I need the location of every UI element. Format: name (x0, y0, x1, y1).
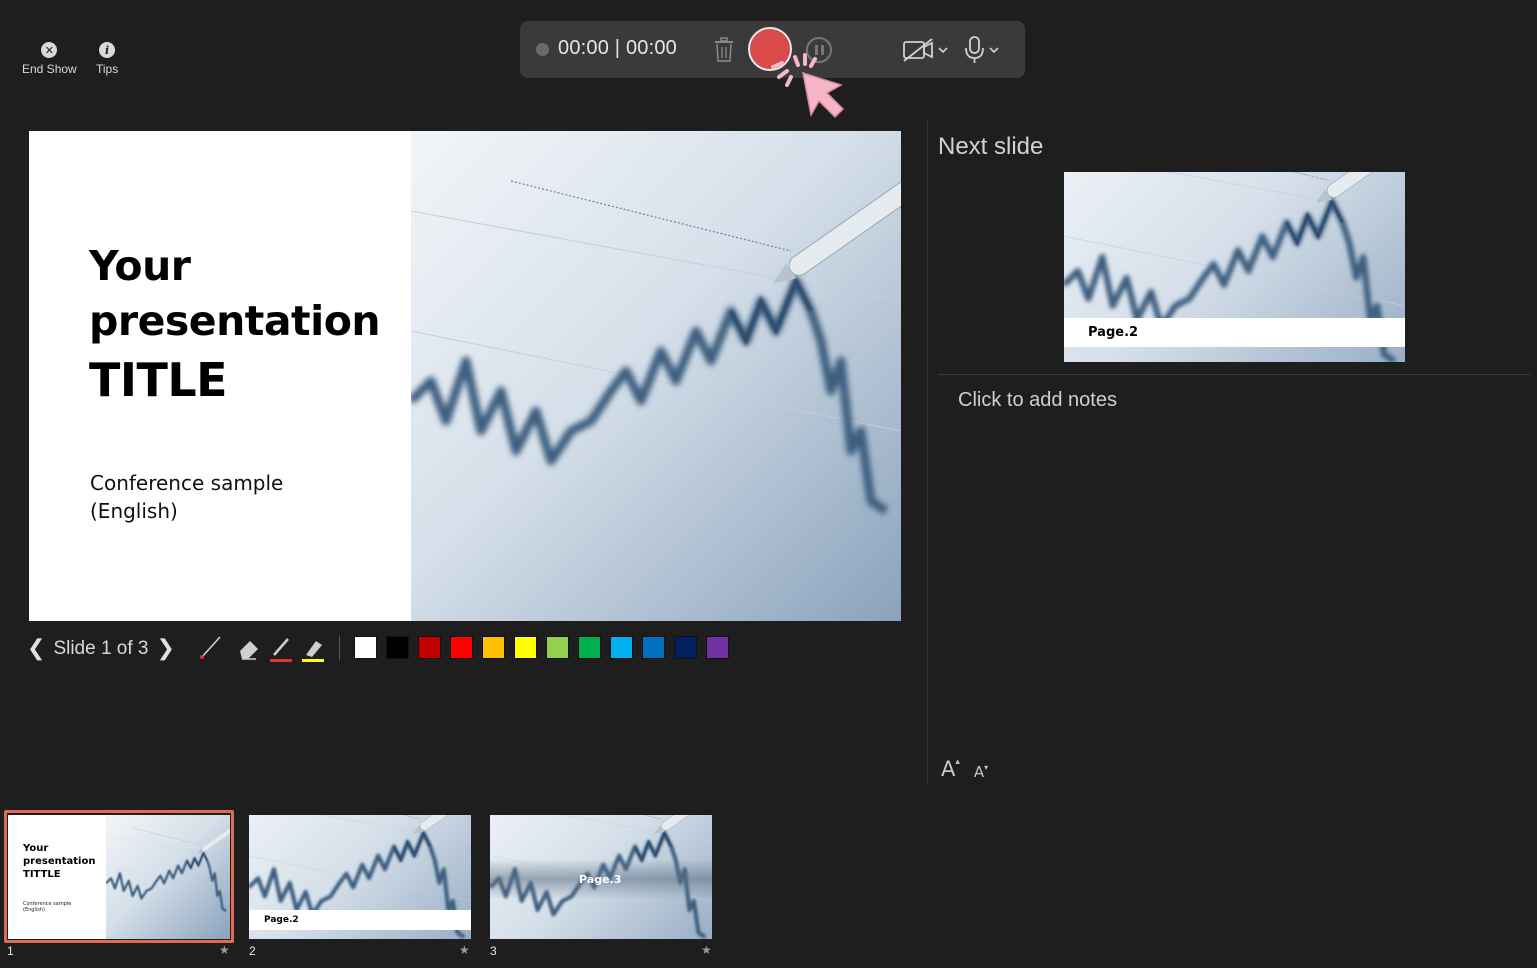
ink-color-swatch[interactable] (578, 636, 601, 659)
camera-off-icon[interactable] (902, 37, 954, 63)
thumbnail-number: 1 (7, 944, 14, 958)
ink-color-swatch[interactable] (450, 636, 473, 659)
record-button[interactable] (748, 27, 792, 71)
slide-thumbnail-3[interactable]: Page.3 (490, 815, 712, 939)
toolbar-divider (339, 636, 340, 660)
ink-color-swatch[interactable] (482, 636, 505, 659)
pen-icon[interactable] (270, 638, 292, 662)
next-slide-preview[interactable]: Page.2 (1064, 172, 1405, 362)
ink-color-palette (354, 636, 729, 659)
recording-toolbar: 00:00 | 00:00 (520, 21, 1025, 78)
stock-chart-photo (106, 815, 230, 939)
slide-title-line: TITLE (89, 353, 228, 407)
thumbnail-title: Your presentation TITTLE (23, 842, 95, 881)
notes-area[interactable]: Click to add notes (958, 389, 1117, 412)
panel-divider (927, 120, 928, 785)
star-icon: ★ (701, 943, 712, 957)
recording-timer: 00:00 | 00:00 (558, 37, 678, 59)
close-circle-icon: ✕ (41, 42, 58, 58)
notes-divider (938, 374, 1531, 375)
highlighter-icon[interactable] (302, 641, 324, 662)
slide-navigation: ❮ Slide 1 of 3 ❯ (27, 636, 175, 661)
star-icon: ★ (459, 943, 470, 957)
slide-subtitle: Conference sample (English) (90, 471, 284, 523)
ink-color-swatch[interactable] (546, 636, 569, 659)
tips-button[interactable]: i Tips (96, 42, 118, 76)
slide-thumbnail-1[interactable]: Your presentation TITTLE Conference samp… (8, 815, 230, 939)
ink-color-swatch[interactable] (610, 636, 633, 659)
previous-slide-chevron-icon[interactable]: ❮ (27, 636, 45, 661)
recording-status-dot-icon (536, 43, 549, 56)
pause-icon[interactable] (806, 37, 832, 63)
ink-color-swatch[interactable] (418, 636, 441, 659)
next-slide-caption: Page.2 (1064, 318, 1405, 347)
next-slide-chevron-icon[interactable]: ❯ (157, 636, 175, 661)
increase-font-icon[interactable]: A▴ (941, 757, 960, 781)
ink-color-swatch[interactable] (354, 636, 377, 659)
microphone-icon[interactable] (964, 35, 1004, 65)
ink-color-swatch[interactable] (386, 636, 409, 659)
ink-color-swatch[interactable] (514, 636, 537, 659)
slide-thumbnail-2[interactable]: Page.2 (249, 815, 471, 939)
end-show-button[interactable]: ✕ End Show (22, 42, 77, 76)
ink-color-swatch[interactable] (642, 636, 665, 659)
current-slide[interactable]: Your presentation TITLE Conference sampl… (29, 131, 901, 621)
thumbnail-title-line: Your (23, 843, 49, 854)
slide-title: Your presentation TITLE (89, 239, 381, 411)
thumbnail-number: 2 (249, 944, 256, 958)
trash-icon[interactable] (712, 37, 736, 63)
end-show-label: End Show (22, 62, 77, 76)
font-size-controls: A▴ A▾ (941, 757, 988, 781)
ink-color-swatch[interactable] (706, 636, 729, 659)
ink-color-swatch[interactable] (674, 636, 697, 659)
ink-tools (200, 636, 324, 662)
tips-label: Tips (96, 62, 119, 76)
info-icon: i (99, 42, 116, 58)
slide-counter: Slide 1 of 3 (53, 637, 149, 659)
thumbnail-title-line: presentation (23, 856, 96, 867)
thumbnail-caption: Page.2 (249, 910, 471, 930)
thumbnail-caption: Page.3 (579, 873, 622, 886)
laser-pointer-icon[interactable] (200, 636, 221, 659)
thumbnail-title-line: TITTLE (23, 869, 61, 880)
slide-title-line: presentation (89, 297, 381, 345)
stock-chart-photo (411, 131, 901, 621)
star-icon: ★ (219, 943, 230, 957)
decrease-font-icon[interactable]: A▾ (974, 763, 988, 781)
eraser-icon[interactable] (240, 641, 258, 660)
slide-title-line: Your (89, 242, 191, 290)
next-slide-label: Next slide (938, 133, 1044, 160)
thumbnail-subtitle: Conference sample (English) (23, 901, 72, 913)
thumbnail-number: 3 (490, 944, 497, 958)
